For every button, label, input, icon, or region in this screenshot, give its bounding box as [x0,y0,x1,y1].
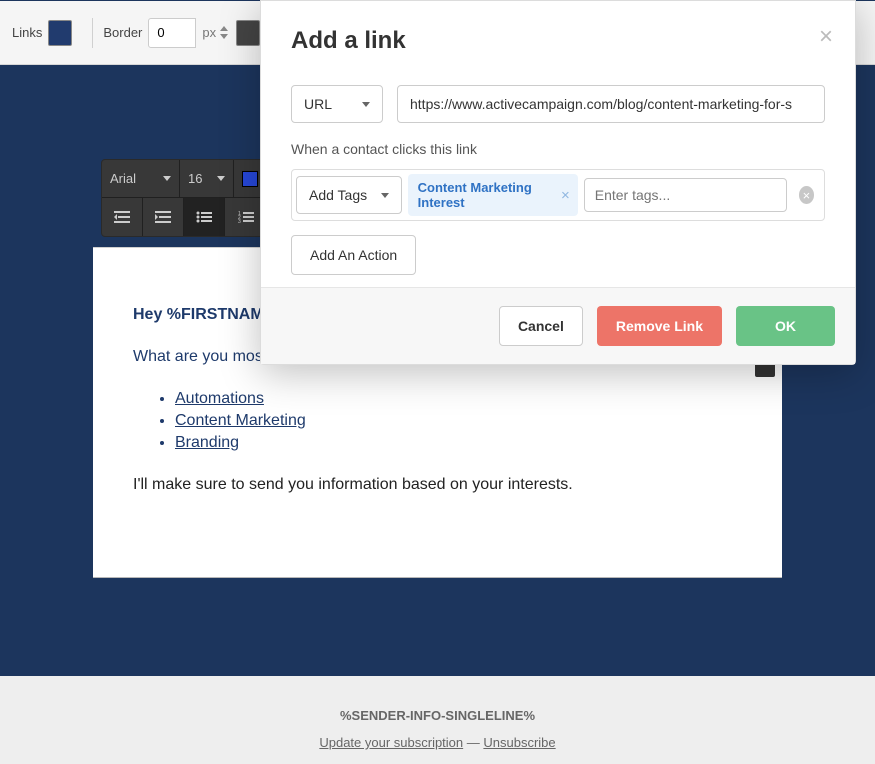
border-label: Border [103,25,142,40]
tag-input[interactable] [584,178,787,212]
list-item[interactable]: Content Marketing [175,412,742,430]
links-label: Links [12,25,42,40]
indent-left-button[interactable] [102,198,143,236]
border-unit: px [202,25,216,40]
tag-action-value: Add Tags [309,187,367,203]
svg-text:3: 3 [238,219,241,223]
border-stepper[interactable] [220,26,228,39]
footer-separator: — [463,735,483,750]
ok-button[interactable]: OK [736,306,835,346]
unordered-list-button[interactable] [184,198,225,236]
chevron-down-icon [163,176,171,181]
update-subscription-link[interactable]: Update your subscription [319,735,463,750]
border-width-input[interactable] [148,18,196,48]
list-item[interactable]: Automations [175,390,742,408]
font-family-select[interactable]: Arial [102,160,180,198]
font-family-value: Arial [110,171,136,186]
chevron-down-icon [381,193,389,198]
remove-tag-icon[interactable]: × [561,187,570,204]
font-size-value: 16 [188,171,202,186]
modal-footer: Cancel Remove Link OK [261,287,855,364]
border-color-swatch[interactable] [236,20,260,46]
tag-chip-label: Content Marketing Interest [418,180,555,210]
tag-chip: Content Marketing Interest × [408,174,578,216]
url-input[interactable] [397,85,825,123]
close-icon[interactable]: × [819,25,833,49]
email-footer: %SENDER-INFO-SINGLELINE% Update your sub… [0,676,875,764]
tag-row: Add Tags Content Marketing Interest × × [291,169,825,221]
divider [93,577,782,578]
list-item[interactable]: Branding [175,434,742,452]
sender-info: %SENDER-INFO-SINGLELINE% [0,708,875,723]
indent-right-button[interactable] [143,198,184,236]
modal-title: Add a link [291,27,825,55]
toolbar-divider [92,18,93,48]
remove-link-button[interactable]: Remove Link [597,306,722,346]
link-list: Automations Content Marketing Branding [175,390,742,452]
link-type-select[interactable]: URL [291,85,383,123]
tag-action-select[interactable]: Add Tags [296,176,402,214]
clear-tags-icon[interactable]: × [799,186,814,204]
add-link-modal: Add a link × URL When a contact clicks t… [260,0,856,365]
add-action-button[interactable]: Add An Action [291,235,416,275]
format-toolbar: Arial 16 123 [101,159,266,237]
closing-text: I'll make sure to send you information b… [133,476,742,494]
links-color-swatch[interactable] [48,20,72,46]
chevron-down-icon [217,176,225,181]
color-swatch-icon [242,171,258,187]
unsubscribe-link[interactable]: Unsubscribe [483,735,555,750]
link-type-value: URL [304,96,332,112]
when-contact-clicks-label: When a contact clicks this link [291,141,825,157]
cancel-button[interactable]: Cancel [499,306,583,346]
font-size-select[interactable]: 16 [180,160,234,198]
chevron-down-icon [362,102,370,107]
